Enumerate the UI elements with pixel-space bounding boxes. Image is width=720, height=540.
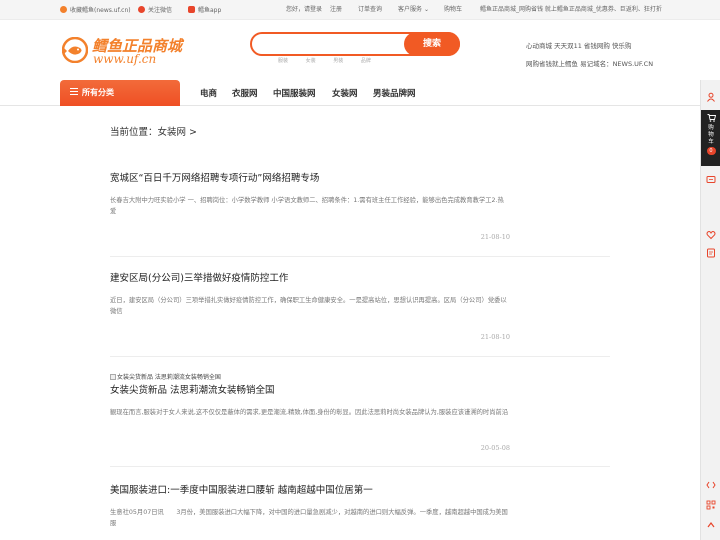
article-title-link[interactable]: 女装尖货新品 法思莉潮流女装畅销全国 <box>110 382 510 396</box>
article-summary: 観现在而言,服装对于女人来说,这不仅仅是蔽体的需求,更是潮流,精致,体面,身份的… <box>110 409 509 416</box>
article-summary: 近日，建安区局（分公司）三项举措扎实做好疫情防控工作，确保职工生命健康安全。一是… <box>110 297 507 315</box>
star-icon <box>60 6 67 13</box>
heart-icon[interactable] <box>706 230 716 240</box>
article-title-link[interactable]: 美国服装进口:一季度中国服装进口腰斩 越南超越中国位居第一 <box>110 482 510 496</box>
nav-link-mens-brands[interactable]: 男装品牌网 <box>373 87 416 99</box>
qrcode-icon[interactable] <box>706 500 716 510</box>
search-button[interactable]: 搜索 <box>404 32 460 56</box>
site-title-link[interactable]: 鳕鱼正品商城_网购省钱 就上鳕鱼正品商城_优惠券、巨返利、狂打折 <box>480 6 662 14</box>
orders-link[interactable]: 订单查询 <box>358 6 382 14</box>
login-link[interactable]: 您好，请登录 <box>286 6 322 14</box>
slogan-line-1: 心动商城 天天双11 省钱网购 快乐购 <box>526 42 632 50</box>
article-item: 建安区局(分公司)三举措做好疫情防控工作 近日，建安区局（分公司）三项举措扎实做… <box>110 270 510 342</box>
all-categories-button[interactable]: 所有分类 <box>60 80 180 106</box>
menu-icon <box>70 88 78 95</box>
article-summary: 生意社05月07日讯 3月份，美国服装进口大幅下降，对中国的进口量急剧减少，对越… <box>110 509 508 527</box>
site-logo[interactable]: 鳕鱼正品商城 www.uf.cn <box>62 34 182 66</box>
article-item: 宽城区“百日千万网络招聘专项行动”网络招聘专场 长春吉大附中力旺实验小学 一、招… <box>110 170 510 242</box>
history-icon[interactable] <box>706 248 716 258</box>
app-link[interactable]: 鳕鱼app <box>188 6 221 15</box>
phone-icon <box>188 6 195 13</box>
search-input[interactable] <box>258 36 408 52</box>
divider <box>110 356 610 357</box>
app-label: 鳕鱼app <box>198 7 222 14</box>
article-date: 21-08-10 <box>480 233 510 241</box>
wechat-link[interactable]: 关注微信 <box>138 6 172 15</box>
nav-link-womens[interactable]: 女装网 <box>332 87 358 99</box>
sidebar-cart-button[interactable]: 购物车 0 <box>701 110 720 166</box>
chevron-down-icon: ⌄ <box>423 6 429 13</box>
service-menu[interactable]: 客户服务 ⌄ <box>398 6 429 14</box>
service-label: 客户服务 <box>398 6 423 13</box>
hot-word-link[interactable]: 女装 <box>306 58 316 64</box>
cart-icon <box>701 114 720 125</box>
bookmark-link[interactable]: 收藏鳕鱼(news.uf.cn) <box>60 6 131 15</box>
article-summary: 长春吉大附中力旺实验小学 一、招聘岗位：小学数学教师 小学语文教师二、招聘条件：… <box>110 197 504 215</box>
article-item: 美国服装进口:一季度中国服装进口腰斩 越南超越中国位居第一 生意社05月07日讯… <box>110 482 510 540</box>
wechat-label: 关注微信 <box>148 7 173 14</box>
hot-word-link[interactable]: 服装 <box>278 58 288 64</box>
main-nav: 所有分类 电商 衣服网 中国服装网 女装网 男装品牌网 <box>0 80 700 106</box>
message-icon[interactable] <box>706 175 716 185</box>
back-to-top-icon[interactable] <box>706 520 716 530</box>
fish-logo-icon <box>62 37 88 63</box>
all-categories-label: 所有分类 <box>82 88 114 97</box>
hot-word-link[interactable]: 品牌 <box>361 58 371 64</box>
search-box: 搜索 <box>250 32 460 56</box>
nav-link-ecommerce[interactable]: 电商 <box>200 87 217 99</box>
broken-image-icon <box>110 373 116 380</box>
top-bar: 收藏鳕鱼(news.uf.cn) 关注微信 鳕鱼app 您好，请登录 注册 订单… <box>0 0 720 20</box>
wechat-icon <box>138 6 145 13</box>
register-link[interactable]: 注册 <box>330 6 342 14</box>
cart-count-badge: 0 <box>706 147 716 155</box>
hot-words: 服装 女装 男装 品牌 <box>278 57 387 64</box>
logo-domain: www.uf.cn <box>93 52 157 66</box>
sidebar-cart-label: 购物车 <box>708 125 714 145</box>
breadcrumb: 当前位置：女装网 > <box>110 127 197 138</box>
slogan-line-2: 网购省钱就上鳕鱼 易记域名：NEWS.UF.CN <box>526 60 654 68</box>
bookmark-label: 收藏鳕鱼(news.uf.cn) <box>70 7 131 14</box>
nav-link-clothing[interactable]: 衣服网 <box>232 87 258 99</box>
article-image-alt: 女装尖货新品 法思莉潮流女装畅销全国 <box>117 374 221 381</box>
right-sidebar: 购物车 0 <box>700 80 720 540</box>
article-date: 21-08-10 <box>480 333 510 341</box>
user-icon[interactable] <box>706 92 716 102</box>
article-date: 20-05-08 <box>480 444 510 452</box>
article-title-link[interactable]: 宽城区“百日千万网络招聘专项行动”网络招聘专场 <box>110 170 510 184</box>
divider <box>110 256 610 257</box>
cart-link[interactable]: 购物车 <box>444 6 462 14</box>
code-icon[interactable] <box>706 480 716 490</box>
divider <box>110 466 610 467</box>
nav-link-china-apparel[interactable]: 中国服装网 <box>273 87 316 99</box>
hot-word-link[interactable]: 男装 <box>333 58 343 64</box>
article-image[interactable]: 女装尖货新品 法思莉潮流女装畅销全国 <box>110 372 510 381</box>
article-title-link[interactable]: 建安区局(分公司)三举措做好疫情防控工作 <box>110 270 510 284</box>
article-item: 女装尖货新品 法思莉潮流女装畅销全国 女装尖货新品 法思莉潮流女装畅销全国 観现… <box>110 372 510 456</box>
